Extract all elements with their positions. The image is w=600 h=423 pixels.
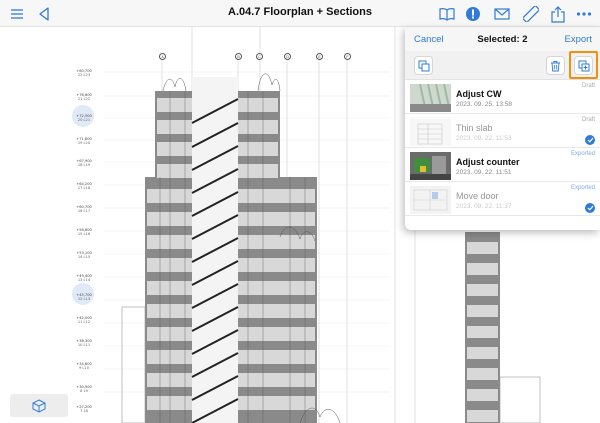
item-thumbnail (410, 118, 451, 146)
level-label: +27,200 7 L8 (76, 405, 92, 413)
highlight-frame (569, 51, 598, 79)
item-date: 2023. 09. 22. 11:37 (456, 203, 512, 210)
grid-bubble: C (256, 53, 263, 60)
issue-panel: Cancel Selected: 2 Export Adjust CW 2023… (405, 27, 600, 230)
status-badge: Draft (581, 83, 595, 89)
item-thumbnail (410, 152, 451, 180)
trash-icon (551, 60, 560, 71)
panel-header: Cancel Selected: 2 Export (405, 27, 600, 51)
3d-view-button[interactable] (10, 394, 68, 417)
grid-bubble: D (284, 53, 291, 60)
level-label: +64,200 17 L18 (76, 182, 92, 190)
selected-check-icon (585, 135, 595, 145)
export-button[interactable]: Export (565, 34, 592, 45)
more-icon[interactable] (574, 4, 594, 24)
level-label: +80,700 22 L23 (76, 69, 92, 77)
ruler-icon[interactable] (521, 4, 541, 24)
item-title: Move door (456, 191, 499, 201)
delete-button[interactable] (546, 56, 565, 75)
item-date: 2023. 09. 22. 11:51 (456, 169, 512, 176)
panel-toolbar (405, 51, 600, 80)
level-label: +53,100 14 L15 (76, 251, 92, 259)
grid-bubble: B (235, 53, 242, 60)
share-icon[interactable] (548, 4, 568, 24)
cancel-button[interactable]: Cancel (414, 34, 444, 45)
item-date: 2023. 09. 25. 13:58 (456, 101, 513, 108)
list-item[interactable]: Adjust CW 2023. 09. 25. 13:58 Draft (405, 81, 600, 114)
item-thumbnail (410, 186, 451, 214)
mail-icon[interactable] (492, 4, 512, 24)
layers-icon (418, 60, 429, 71)
book-icon[interactable] (437, 4, 457, 24)
item-thumbnail (410, 84, 451, 112)
status-badge: Exported (570, 185, 595, 191)
item-title: Adjust CW (456, 89, 502, 99)
list-item[interactable]: Thin slab 2023. 09. 22. 11:53 Draft (405, 115, 600, 148)
grid-bubble: A (159, 53, 166, 60)
level-label: +34,600 9 L10 (76, 362, 92, 370)
level-label: +76,600 21 L22 (76, 93, 92, 101)
status-badge: Draft (581, 117, 595, 123)
level-label: +60,700 16 L17 (76, 205, 92, 213)
layers-button[interactable] (414, 56, 433, 75)
grid-bubble: F (344, 53, 351, 60)
level-label: +49,400 13 L14 (76, 274, 92, 282)
list-item[interactable]: Adjust counter 2023. 09. 22. 11:51 Expor… (405, 149, 600, 182)
selected-check-icon (585, 203, 595, 213)
notification-badge-icon[interactable] (463, 4, 483, 24)
level-label: +71,800 19 L20 (76, 137, 92, 145)
level-label: +45,700 12 L13 (76, 293, 92, 301)
item-title: Thin slab (456, 123, 493, 133)
grid-bubble: E (316, 53, 323, 60)
top-toolbar: A.04.7 Floorplan + Sections (0, 0, 600, 27)
level-label: +42,000 11 L12 (76, 316, 92, 324)
list-item[interactable]: Move door 2023. 09. 22. 11:37 Exported (405, 183, 600, 216)
level-label: +30,900 8 L9 (76, 385, 92, 393)
level-label: +56,800 15 L16 (76, 228, 92, 236)
level-label: +72,500 20 L21 (76, 114, 92, 122)
level-label: +67,900 18 L19 (76, 159, 92, 167)
item-date: 2023. 09. 22. 11:53 (456, 135, 512, 142)
level-markers: +80,700 22 L23 +76,600 21 L22 +72,500 20 L2… (64, 27, 104, 423)
level-label: +38,300 10 L11 (76, 339, 92, 347)
cube-icon (32, 398, 46, 413)
status-badge: Exported (570, 151, 595, 157)
item-title: Adjust counter (456, 157, 520, 167)
